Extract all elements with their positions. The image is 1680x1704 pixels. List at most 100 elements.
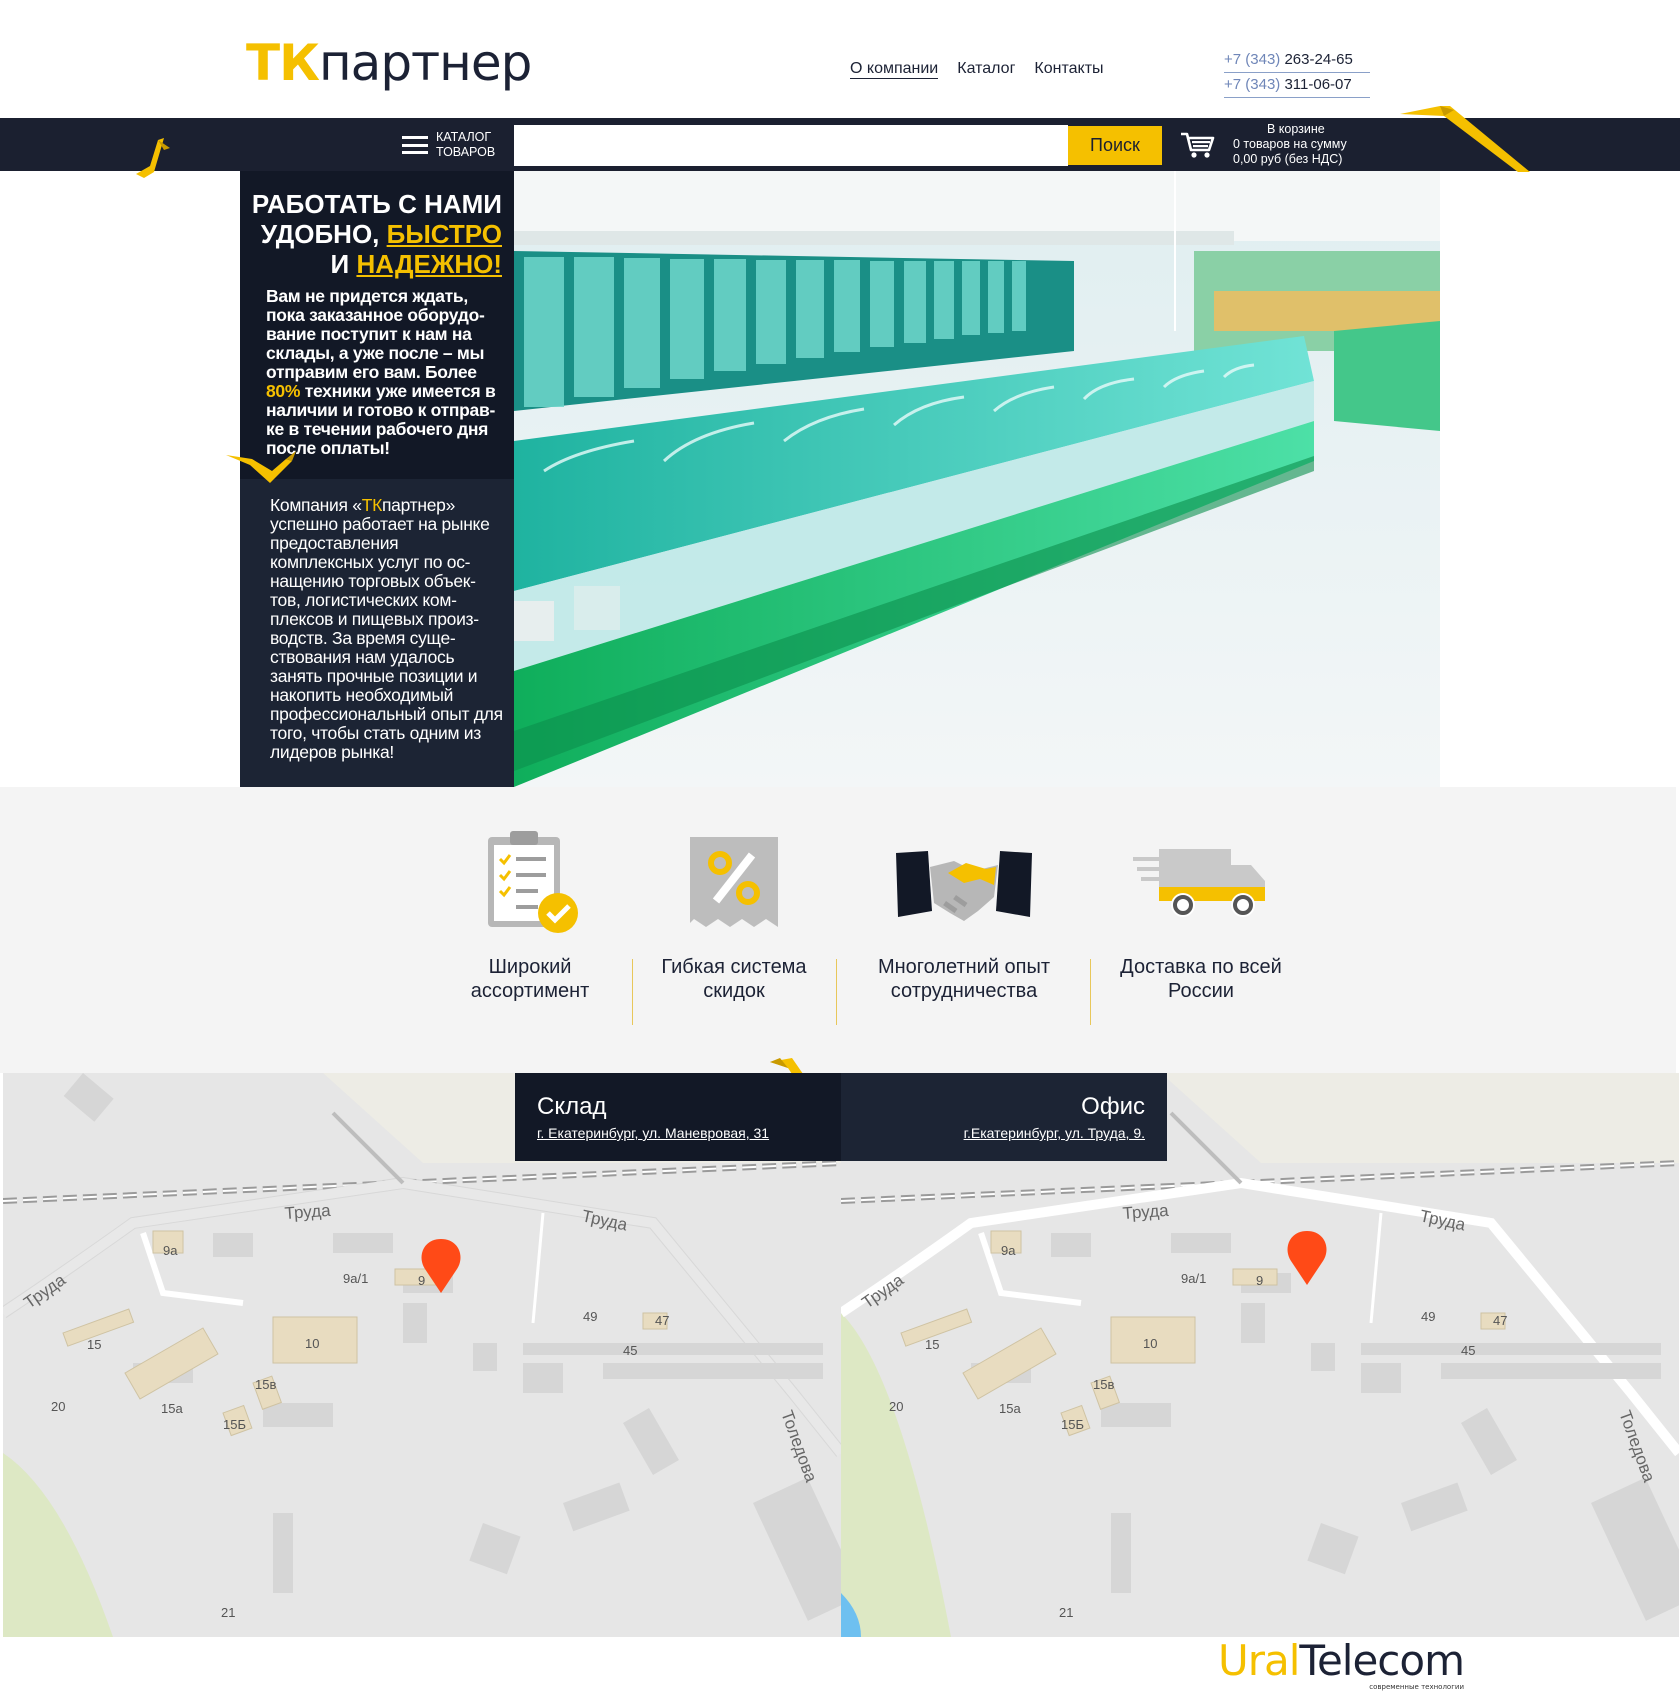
divider	[1090, 959, 1091, 1025]
cart-label: В корзине	[1267, 122, 1325, 136]
brand-part: Ural	[1218, 1636, 1300, 1685]
nav-about[interactable]: О компании	[850, 60, 939, 79]
office-title: Офис	[1081, 1093, 1145, 1120]
map-label: 9	[1256, 1273, 1263, 1288]
hero: РАБОТАТЬ С НАМИ УДОБНО, БЫСТРО И НАДЕЖНО…	[226, 171, 1440, 787]
office-map[interactable]: 9а 9а/1 9 10 15 15в 15а 15Б 20 21 45 47 …	[841, 1073, 1679, 1637]
menu-icon	[402, 136, 428, 154]
phone-code: +7 (343)	[1224, 51, 1281, 68]
phone-code: +7 (343)	[1224, 76, 1281, 93]
handshake-icon	[896, 851, 1032, 921]
logo-rest: партнер	[318, 34, 532, 92]
map-label: 10	[305, 1336, 319, 1351]
feature-label: Гибкая система	[661, 956, 807, 978]
cart-icon[interactable]	[1180, 131, 1216, 159]
divider	[632, 959, 633, 1025]
checklist-icon	[488, 831, 578, 933]
search-bar: КАТАЛОГ ТОВАРОВ Поиск В корзине 0 товаро…	[0, 106, 1680, 178]
hero-title-highlight: НАДЕЖНО!	[356, 249, 502, 279]
hero-text: Компания «	[270, 495, 362, 515]
hero-paragraph-1: Вам не придется ждать, пока заказанное о…	[266, 287, 502, 458]
warehouse-label: Склад г. Екатеринбург, ул. Маневровая, 3…	[515, 1073, 841, 1161]
feature-label: России	[1168, 980, 1234, 1002]
catalog-menu-button[interactable]: КАТАЛОГ ТОВАРОВ	[402, 130, 495, 160]
catalog-label-2: ТОВАРОВ	[436, 145, 496, 159]
logo[interactable]: ТКпартнер	[246, 38, 532, 88]
phone-number: 263-24-65	[1284, 51, 1353, 68]
map-label: 9	[418, 1273, 425, 1288]
cart-total: 0,00 руб (без НДС)	[1233, 152, 1343, 166]
phone-2[interactable]: +7 (343) 311-06-07	[1224, 73, 1370, 98]
warehouse-address[interactable]: г. Екатеринбург, ул. Маневровая, 31	[537, 1125, 819, 1141]
hero-supermarket-photo	[514, 171, 1440, 787]
map-label: 45	[623, 1343, 637, 1358]
map-label: 15	[925, 1337, 939, 1352]
divider	[836, 959, 837, 1025]
cart-summary[interactable]: В корзине 0 товаров на сумму 0,00 руб (б…	[1233, 122, 1347, 167]
map-label: 9а/1	[343, 1271, 368, 1286]
warehouse-title: Склад	[537, 1093, 607, 1120]
delivery-truck-icon	[1133, 849, 1265, 917]
feature-delivery: Доставка по всей России	[1106, 827, 1296, 1003]
map-label: 15	[87, 1337, 101, 1352]
warehouse-map[interactable]: 9а 9а/1 9 10 15 15в 15а 15Б 20 21 45 47 …	[3, 1073, 841, 1637]
map-label: 9а/1	[1181, 1271, 1206, 1286]
phone-1[interactable]: +7 (343) 263-24-65	[1224, 48, 1370, 73]
map-label: 9а	[1001, 1243, 1016, 1258]
feature-label: ассортимент	[470, 980, 590, 1002]
feature-label: скидок	[703, 980, 765, 1002]
feature-label: сотрудничества	[890, 980, 1038, 1002]
feature-label: Доставка по всей	[1120, 956, 1282, 978]
ribbon-decoration	[226, 451, 296, 483]
map-label: 15а	[999, 1401, 1021, 1416]
office-address[interactable]: г.Екатеринбург, ул. Труда, 9.	[863, 1125, 1145, 1141]
map-label: 15а	[161, 1401, 183, 1416]
brand-part: Telecom	[1299, 1636, 1465, 1685]
hero-paragraph-2: Компания «ТКпартнер» успешно работает на…	[270, 496, 506, 762]
logo-prefix: ТК	[246, 34, 320, 92]
brand-prefix: ТК	[361, 495, 383, 515]
hero-text: Вам не придется ждать, пока заказанное о…	[266, 286, 485, 382]
brand-rest: партнер	[381, 495, 446, 515]
hero-title: РАБОТАТЬ С НАМИ УДОБНО, БЫСТРО И НАДЕЖНО…	[252, 189, 502, 279]
features: Широкий ассортимент Гибкая система скидо…	[0, 787, 1676, 1073]
hero-highlight-percent: 80%	[266, 381, 301, 401]
office-label: Офис г.Екатеринбург, ул. Труда, 9.	[841, 1073, 1167, 1161]
map-label: 49	[1421, 1309, 1435, 1324]
nav-catalog[interactable]: Каталог	[957, 60, 1015, 79]
map-label: 10	[1143, 1336, 1157, 1351]
map-label: 20	[889, 1399, 903, 1414]
phone-number: 311-06-07	[1284, 76, 1352, 93]
feature-label: Многолетний опыт	[877, 956, 1051, 978]
top-nav: О компании Каталог Контакты	[850, 60, 1104, 79]
map-label: 15в	[255, 1377, 276, 1392]
map-label: 45	[1461, 1343, 1475, 1358]
feature-label: Широкий	[488, 956, 572, 978]
hero-text: » успешно работает на рынке предоставлен…	[270, 495, 503, 762]
map-label: 21	[221, 1605, 235, 1620]
map-label: 21	[1059, 1605, 1073, 1620]
ribbon-decoration	[136, 138, 170, 178]
nav-contacts[interactable]: Контакты	[1034, 60, 1103, 79]
hero-title-highlight: БЫСТРО	[386, 219, 502, 249]
phones: +7 (343) 263-24-65 +7 (343) 311-06-07	[1224, 48, 1370, 98]
uraltelecom-logo[interactable]: UralTelecom современные технологии	[1218, 1640, 1465, 1691]
map-label: 47	[1493, 1313, 1507, 1328]
map-label: 49	[583, 1309, 597, 1324]
ribbon-decoration	[1400, 106, 1530, 172]
map-label: 15Б	[1061, 1417, 1084, 1432]
feature-assortment: Широкий ассортимент	[460, 827, 600, 1003]
street-label: Труда	[284, 1201, 332, 1223]
map-label: 47	[655, 1313, 669, 1328]
map-label: 15Б	[223, 1417, 246, 1432]
catalog-label-1: КАТАЛОГ	[436, 130, 492, 144]
search-button[interactable]: Поиск	[1068, 126, 1162, 165]
discount-receipt-icon	[690, 837, 778, 927]
search-input[interactable]	[514, 125, 1068, 166]
feature-experience: Многолетний опыт сотрудничества	[868, 827, 1060, 1003]
hero-text: техники уже имеется в наличии и готово к…	[266, 381, 496, 458]
hero-title-line: РАБОТАТЬ С НАМИ	[251, 189, 502, 219]
feature-discounts: Гибкая система скидок	[652, 827, 816, 1003]
street-label: Труда	[1122, 1201, 1170, 1223]
hero-title-text: УДОБНО,	[260, 219, 387, 249]
